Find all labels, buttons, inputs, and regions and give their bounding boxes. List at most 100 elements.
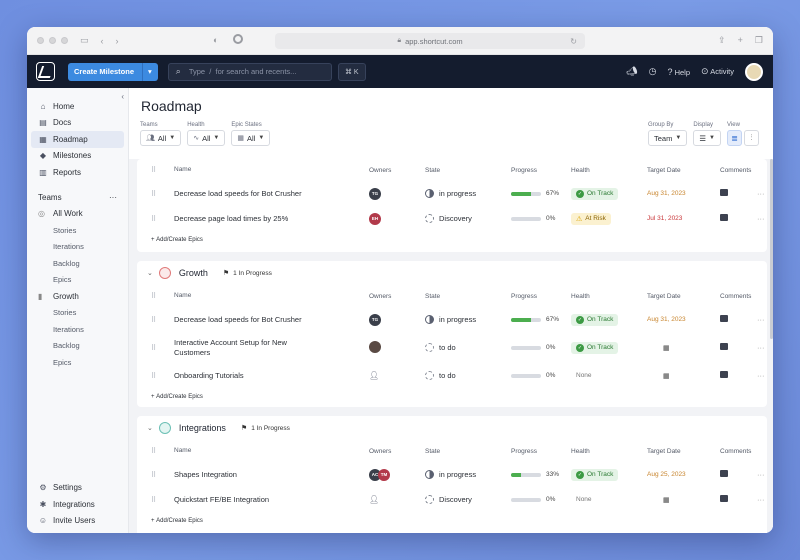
sidebar-item-reports[interactable]: ▥ Reports [27,164,128,181]
health-filter-dropdown[interactable]: ∿ All ▼ [187,130,226,146]
comments-icon[interactable] [720,315,728,324]
row-more-icon[interactable]: ··· [757,315,765,324]
health-cell[interactable]: On Track [571,468,619,481]
vertical-scrollbar[interactable] [770,159,773,339]
create-dropdown-caret-icon[interactable]: ▾ [148,67,152,76]
drag-handle-icon[interactable]: ⠿ [151,292,156,300]
owner-avatar[interactable]: TG [369,187,381,200]
column-health[interactable]: Health [571,448,590,455]
table-row[interactable]: ⠿ Shapes Integration AC TM in progress 33… [137,462,767,487]
all-work-backlog[interactable]: Backlog [27,255,128,272]
column-comments[interactable]: Comments [720,293,751,300]
calendar-icon[interactable]: ▦ [663,344,670,352]
column-progress[interactable]: Progress [511,293,537,300]
table-row[interactable]: ⠿ Onboarding Tutorials 👤︎ to do 0% None … [137,363,767,388]
new-tab-icon[interactable]: + [738,35,743,46]
health-none[interactable]: None [571,372,592,379]
target-date[interactable]: Aug 31, 2023 [647,316,686,323]
group-header[interactable]: ⌄ Integrations ⚑ 1 In Progress [137,416,767,440]
row-more-icon[interactable]: ··· [757,371,765,380]
drag-handle-icon[interactable]: ⠿ [151,215,156,223]
timeline-view-button[interactable]: ⫶ [744,130,759,146]
epic-name[interactable]: Decrease load speeds for Bot Crusher [174,189,309,199]
collapse-sidebar-icon[interactable]: ‹ [121,92,124,101]
extension-icon[interactable] [233,34,243,44]
owner-avatar-photo[interactable] [369,340,381,353]
owner-avatar[interactable]: TG [369,313,381,326]
window-zoom-dot[interactable] [61,37,68,44]
column-state[interactable]: State [425,293,440,300]
drag-handle-icon[interactable]: ⠿ [151,316,156,324]
epic-states-filter-dropdown[interactable]: ▦ All ▼ [231,130,271,146]
row-more-icon[interactable]: ··· [757,189,765,198]
column-owners[interactable]: Owners [369,167,391,174]
sidebar-toggle-icon[interactable]: ▭ [80,35,89,46]
row-more-icon[interactable]: ··· [757,495,765,504]
comments-icon[interactable] [720,371,728,380]
calendar-icon[interactable]: ▦ [663,496,670,504]
person-icon[interactable]: 👤︎ [369,371,379,380]
calendar-icon[interactable]: ▦ [663,372,670,380]
drag-handle-icon[interactable]: ⠿ [151,471,156,479]
search-input[interactable]: ⌕ Type / for search and recents... [167,62,332,81]
health-cell[interactable]: On Track [571,313,619,326]
help-button[interactable]: ? Help [667,67,690,77]
health-badge[interactable]: On Track [571,313,619,326]
state-cell[interactable]: in progress [425,189,476,198]
command-k-shortcut[interactable]: ⌘ K [337,62,366,81]
teams-more-icon[interactable]: ··· [109,193,117,202]
comments-icon[interactable] [720,343,728,352]
teams-filter-dropdown[interactable]: 👥︎ All ▼ [140,130,182,146]
owners-cell[interactable]: EH [369,212,381,225]
growth-epics[interactable]: Epics [27,354,128,371]
chevron-down-icon[interactable]: ⌄ [147,269,153,277]
sidebar-item-invite-users[interactable]: ☺ Invite Users [27,513,128,530]
all-work-epics[interactable]: Epics [27,272,128,289]
column-target-date[interactable]: Target Date [647,448,681,455]
clock-icon[interactable]: ◷ [649,66,657,77]
column-comments[interactable]: Comments [720,448,751,455]
drag-handle-icon[interactable]: ⠿ [151,372,156,380]
target-date[interactable]: Jul 31, 2023 [647,215,682,222]
column-name[interactable]: Name [174,446,309,456]
table-row[interactable]: ⠿ Decrease load speeds for Bot Crusher T… [137,307,767,332]
user-avatar[interactable] [745,62,763,81]
team-growth[interactable]: ▮ Growth [27,288,128,305]
epic-name[interactable]: Onboarding Tutorials [174,371,309,381]
epic-name[interactable]: Interactive Account Setup for New Custom… [174,338,309,358]
epic-name[interactable]: Quickstart FE/BE Integration [174,495,309,505]
row-more-icon[interactable]: ··· [757,470,765,479]
sidebar-item-integrations[interactable]: ✱ Integrations [27,496,128,513]
activity-button[interactable]: ⊙ Activity [701,66,734,77]
table-row[interactable]: ⠿ Decrease page load times by 25% EH Dis… [137,206,767,231]
state-cell[interactable]: Discovery [425,214,472,223]
growth-backlog[interactable]: Backlog [27,338,128,355]
column-state[interactable]: State [425,167,440,174]
tabs-overview-icon[interactable]: ❐ [755,35,763,46]
team-all-work[interactable]: ◎ All Work [27,206,128,223]
health-cell[interactable]: On Track [571,187,619,200]
target-date[interactable]: Aug 31, 2023 [647,190,686,197]
epic-name[interactable]: Shapes Integration [174,470,309,480]
target-date[interactable]: Aug 25, 2023 [647,471,686,478]
column-health[interactable]: Health [571,167,590,174]
drag-handle-icon[interactable]: ⠿ [151,496,156,504]
owners-cell[interactable]: AC TM [369,468,390,481]
comments-icon[interactable] [720,495,728,504]
column-progress[interactable]: Progress [511,448,537,455]
sidebar-item-roadmap[interactable]: ▦ Roadmap [31,131,124,148]
health-badge[interactable]: On Track [571,187,619,200]
add-create-epics-button[interactable]: + Add/Create Epics [137,231,767,249]
comments-icon[interactable] [720,214,728,223]
column-name[interactable]: Name [174,291,309,301]
share-icon[interactable]: ⇪ [718,35,726,46]
state-cell[interactable]: to do [425,371,456,380]
column-state[interactable]: State [425,448,440,455]
state-cell[interactable]: to do [425,343,456,352]
owner-avatar[interactable]: EH [369,212,381,225]
column-owners[interactable]: Owners [369,448,391,455]
column-comments[interactable]: Comments [720,167,751,174]
row-more-icon[interactable]: ··· [757,343,765,352]
health-none[interactable]: None [571,496,592,503]
window-minimize-dot[interactable] [49,37,56,44]
